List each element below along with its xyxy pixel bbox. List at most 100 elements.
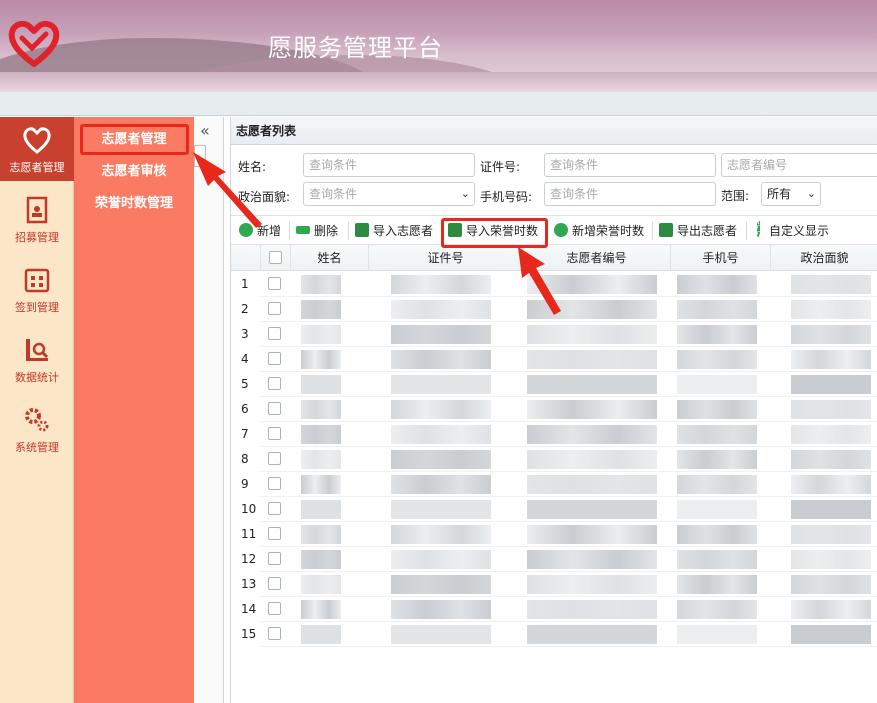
obscured-cell — [677, 325, 757, 344]
row-checkbox[interactable] — [268, 552, 281, 565]
table-row[interactable]: 1 — [231, 272, 877, 297]
obscured-cell — [527, 525, 657, 544]
gears-icon — [25, 408, 49, 432]
row-checkbox[interactable] — [268, 527, 281, 540]
row-number: 13 — [231, 572, 261, 597]
obscured-cell — [677, 575, 757, 594]
plus-icon — [554, 223, 568, 237]
table-row[interactable]: 12 — [231, 547, 877, 572]
scope-label: 范围: — [721, 189, 750, 203]
name-label: 姓名: — [238, 160, 267, 174]
obscured-cell — [301, 325, 341, 344]
row-checkbox[interactable] — [268, 302, 281, 315]
obscured-cell — [391, 500, 491, 519]
excel-export-icon — [659, 223, 673, 237]
obscured-cell — [791, 275, 871, 294]
row-checkbox[interactable] — [268, 327, 281, 340]
table-row[interactable]: 2 — [231, 297, 877, 322]
obscured-cell — [677, 500, 757, 519]
row-checkbox[interactable] — [268, 377, 281, 390]
add-honor-hours-button[interactable]: 新增荣誉时数 — [554, 220, 644, 242]
table-row[interactable]: 5 — [231, 372, 877, 397]
rail-item-volunteer[interactable]: 志愿者管理 — [0, 117, 74, 181]
select-all-checkbox[interactable] — [269, 251, 282, 264]
row-checkbox[interactable] — [268, 402, 281, 415]
add-button[interactable]: 新增 — [239, 220, 281, 242]
toolbar-divider — [746, 222, 747, 240]
politics-label: 政治面貌: — [238, 190, 291, 204]
rail-item-recruit[interactable]: 招募管理 — [0, 187, 74, 251]
row-checkbox[interactable] — [268, 452, 281, 465]
table-row[interactable]: 10 — [231, 497, 877, 522]
table-row[interactable]: 15 — [231, 622, 877, 647]
name-input[interactable]: 查询条件 — [303, 153, 475, 177]
table-row[interactable]: 14 — [231, 597, 877, 622]
id-number-input[interactable]: 查询条件 — [544, 153, 716, 177]
col-name-header[interactable]: 姓名 — [291, 245, 369, 271]
table-row[interactable]: 3 — [231, 322, 877, 347]
obscured-cell — [791, 550, 871, 569]
app-title: 愿服务管理平台 — [268, 34, 443, 62]
row-checkbox[interactable] — [268, 352, 281, 365]
obscured-cell — [791, 300, 871, 319]
rail-item-system[interactable]: 系统管理 — [0, 397, 74, 461]
import-volunteer-label: 导入志愿者 — [373, 224, 434, 238]
obscured-cell — [527, 325, 657, 344]
row-checkbox[interactable] — [268, 427, 281, 440]
obscured-cell — [391, 625, 491, 644]
obscured-cell — [677, 350, 757, 369]
obscured-cell — [677, 625, 757, 644]
rail-item-stats[interactable]: 数据统计 — [0, 327, 74, 391]
obscured-cell — [301, 600, 341, 619]
table-row[interactable]: 13 — [231, 572, 877, 597]
row-number: 9 — [231, 472, 261, 497]
row-checkbox[interactable] — [268, 602, 281, 615]
grid-header: 姓名 证件号 志愿者编号 手机号 政治面貌 — [231, 245, 877, 271]
phone-input[interactable]: 查询条件 — [544, 182, 716, 206]
volunteer-code-input[interactable]: 志愿者编号 — [721, 153, 877, 177]
table-row[interactable]: 9 — [231, 472, 877, 497]
obscured-cell — [391, 525, 491, 544]
submenu: 志愿者管理 志愿者审核 荣誉时数管理 — [74, 117, 194, 703]
collapse-icon[interactable]: « — [200, 121, 210, 140]
obscured-cell — [391, 325, 491, 344]
politics-select[interactable]: 查询条件 ⌄ — [303, 182, 475, 206]
row-checkbox[interactable] — [268, 502, 281, 515]
obscured-cell — [791, 500, 871, 519]
col-phone-header[interactable]: 手机号 — [671, 245, 771, 271]
row-number: 15 — [231, 622, 261, 647]
export-volunteer-button[interactable]: 导出志愿者 — [659, 220, 737, 242]
table-row[interactable]: 11 — [231, 522, 877, 547]
row-number: 2 — [231, 297, 261, 322]
table-row[interactable]: 7 — [231, 422, 877, 447]
col-politics-header[interactable]: 政治面貌 — [771, 245, 877, 271]
obscured-cell — [391, 375, 491, 394]
obscured-cell — [527, 425, 657, 444]
table-row[interactable]: 6 — [231, 397, 877, 422]
row-checkbox[interactable] — [268, 477, 281, 490]
politics-select-value: 查询条件 — [309, 187, 358, 201]
row-checkbox[interactable] — [268, 577, 281, 590]
obscured-cell — [791, 425, 871, 444]
obscured-cell — [677, 450, 757, 469]
delete-button[interactable]: 删除 — [296, 220, 338, 242]
scope-select[interactable]: 所有 ⌄ — [761, 182, 821, 206]
custom-display-button[interactable]: 自定义显示 — [757, 220, 829, 242]
obscured-cell — [677, 275, 757, 294]
submenu-item-volunteer-review[interactable]: 志愿者审核 — [74, 158, 194, 186]
scroll-handle[interactable] — [194, 145, 206, 167]
col-id-header[interactable]: 证件号 — [369, 245, 523, 271]
obscured-cell — [301, 525, 341, 544]
submenu-item-honor-hours[interactable]: 荣誉时数管理 — [74, 190, 194, 218]
row-checkbox[interactable] — [268, 627, 281, 640]
row-checkbox[interactable] — [268, 277, 281, 290]
obscured-cell — [677, 525, 757, 544]
obscured-cell — [791, 525, 871, 544]
import-volunteer-button[interactable]: 导入志愿者 — [355, 220, 433, 242]
col-code-header[interactable]: 志愿者编号 — [523, 245, 671, 271]
obscured-cell — [527, 350, 657, 369]
table-row[interactable]: 4 — [231, 347, 877, 372]
rail-item-checkin[interactable]: 签到管理 — [0, 257, 74, 321]
table-row[interactable]: 8 — [231, 447, 877, 472]
obscured-cell — [391, 575, 491, 594]
